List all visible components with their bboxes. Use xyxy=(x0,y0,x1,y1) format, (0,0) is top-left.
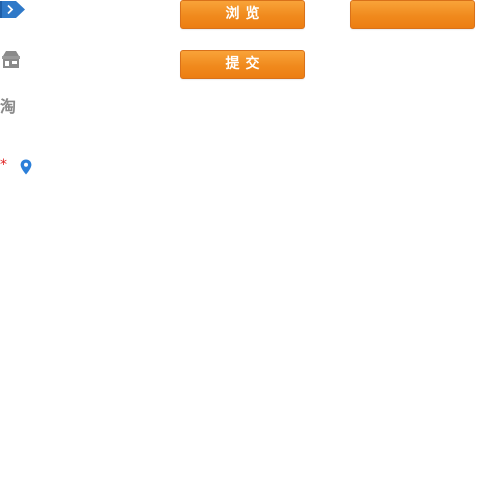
browse-button[interactable]: 浏览 xyxy=(180,0,305,29)
blank-orange-button[interactable] xyxy=(350,0,475,29)
submit-button[interactable]: 提交 xyxy=(180,50,305,79)
arrow-tag-icon[interactable] xyxy=(0,0,26,19)
page: 淘 * 浏览 提交 xyxy=(0,0,500,500)
location-pin-icon[interactable] xyxy=(20,159,32,175)
taobao-icon[interactable]: 淘 xyxy=(0,97,16,117)
shop-icon[interactable] xyxy=(1,50,21,69)
required-mark: * xyxy=(0,157,7,173)
